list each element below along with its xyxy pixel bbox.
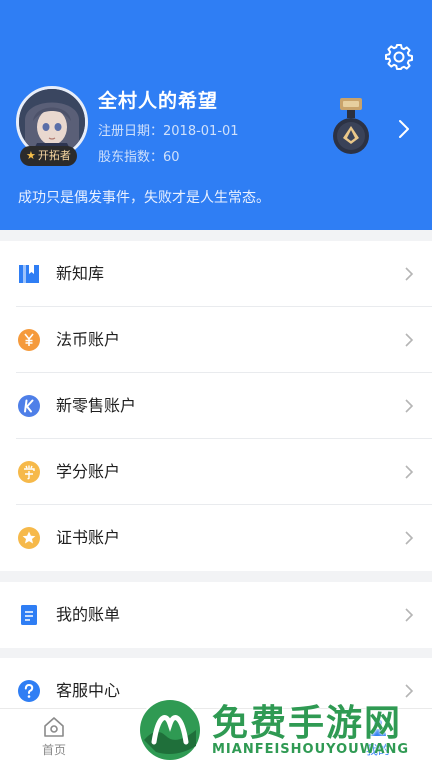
chevron-right-icon	[405, 399, 414, 413]
profile-chevron-right-icon[interactable]	[396, 118, 412, 140]
watermark-title: 免费手游网	[212, 703, 403, 744]
pioneer-badge: ★ 开拓者	[20, 146, 77, 166]
star-icon	[18, 527, 40, 549]
book-icon	[19, 265, 39, 283]
shareholder-index: 股东指数：60	[98, 150, 180, 165]
menu-item-label: 客服中心	[56, 681, 121, 700]
nav-home[interactable]: 首页	[14, 715, 94, 758]
medal-icon[interactable]	[330, 98, 372, 156]
chevron-right-icon	[405, 333, 414, 347]
menu-item-label: 我的账单	[56, 605, 121, 624]
menu-item-knowledge[interactable]: 新知库	[16, 241, 432, 307]
home-icon	[44, 717, 64, 737]
avatar-container[interactable]: ★ 开拓者	[16, 86, 88, 166]
menu-item-label: 新知库	[56, 264, 105, 283]
help-icon	[18, 680, 40, 702]
watermark-subtitle: MIANFEISHOUYOUWANG	[212, 742, 410, 757]
watermark-logo-icon	[138, 698, 202, 762]
menu-item-fiat-account[interactable]: 法币账户	[16, 307, 432, 373]
profile-page: ★ 开拓者 全村人的希望 注册日期：2018-01-01 股东指数：60 成功只是…	[0, 0, 432, 768]
nav-home-label: 首页	[41, 743, 66, 757]
menu-item-label: 法币账户	[56, 330, 121, 349]
menu-item-label: 学分账户	[56, 462, 121, 481]
menu-section-bill: 我的账单	[0, 582, 432, 648]
chevron-right-icon	[405, 267, 414, 281]
menu-item-certificate-account[interactable]: 证书账户	[16, 505, 432, 571]
xue-icon	[18, 461, 40, 483]
bill-icon	[21, 605, 37, 625]
menu-section-accounts: 新知库 法币账户 新零售账户 学分账户 证书账户	[0, 241, 432, 571]
register-date: 注册日期：2018-01-01	[98, 124, 239, 139]
user-motto: 成功只是偶发事件，失败才是人生常态。	[18, 190, 270, 206]
watermark: 免费手游网 MIANFEISHOUYOUWANG	[136, 690, 432, 768]
menu-item-retail-account[interactable]: 新零售账户	[16, 373, 432, 439]
chevron-right-icon	[405, 531, 414, 545]
menu-item-label: 证书账户	[56, 528, 121, 547]
user-name: 全村人的希望	[98, 90, 219, 112]
chevron-right-icon	[405, 608, 414, 622]
k-icon	[18, 395, 40, 417]
menu-item-credit-account[interactable]: 学分账户	[16, 439, 432, 505]
star-icon: ★	[26, 149, 36, 162]
yen-icon	[18, 329, 40, 351]
menu-item-my-bill[interactable]: 我的账单	[16, 582, 432, 648]
chevron-right-icon	[405, 465, 414, 479]
settings-gear-icon[interactable]	[384, 42, 414, 72]
profile-header: ★ 开拓者 全村人的希望 注册日期：2018-01-01 股东指数：60 成功只是…	[0, 0, 432, 230]
menu-item-label: 新零售账户	[56, 396, 137, 415]
